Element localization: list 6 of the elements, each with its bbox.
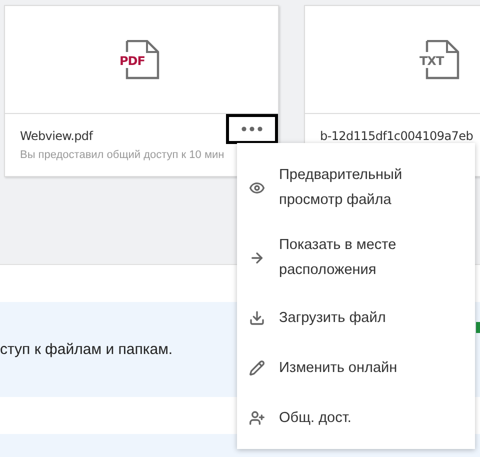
file-name: b-12d115df1c004109a7eb <box>320 129 474 143</box>
row-text: ступ к файлам и папкам. <box>0 341 173 358</box>
file-name: Webview.pdf <box>20 129 94 143</box>
file-type-label: PDF <box>118 54 146 68</box>
file-type-label: TXT <box>418 54 445 68</box>
file-subtitle: Вы предоставил общий доступ к 10 мин <box>20 149 226 161</box>
